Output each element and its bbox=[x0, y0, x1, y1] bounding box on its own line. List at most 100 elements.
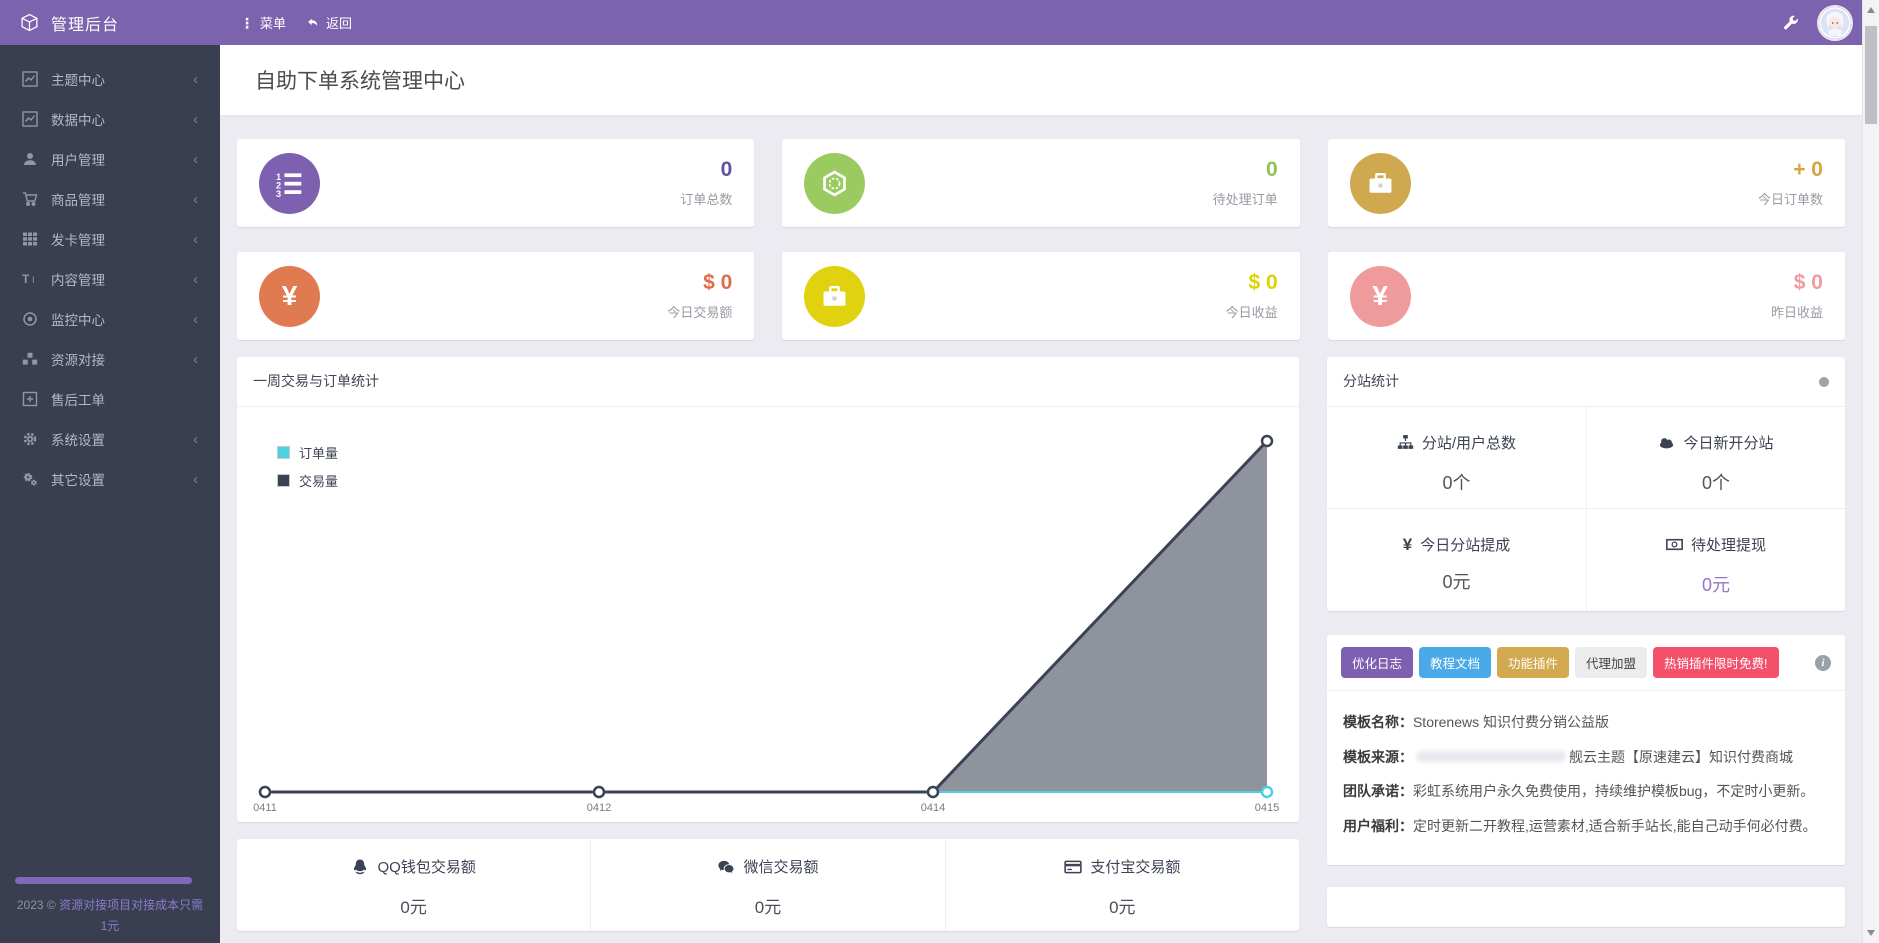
tab-hot-plugins[interactable]: 热销插件限时免费! bbox=[1653, 647, 1778, 678]
chevron-left-icon: ‹ bbox=[193, 312, 198, 327]
briefcase-icon bbox=[1350, 153, 1411, 214]
sidebar-item-label: 主题中心 bbox=[51, 69, 193, 89]
info-line-text: 彩虹系统用户永久免费使用，持续维护模板bug，不定时小更新。 bbox=[1413, 783, 1814, 799]
scroll-down-arrow-icon[interactable] bbox=[1863, 925, 1879, 941]
branch-label: 今日新开分站 bbox=[1683, 432, 1773, 453]
stat-label: 订单总数 bbox=[680, 189, 732, 208]
stat-value: 0 bbox=[680, 158, 732, 181]
legend-item-trades: 交易量 bbox=[277, 471, 338, 490]
cube-icon bbox=[20, 13, 39, 32]
sidebar-item-product-management[interactable]: 商品管理 ‹ bbox=[0, 179, 220, 219]
svg-text:T: T bbox=[22, 272, 30, 286]
wechat-icon bbox=[717, 858, 735, 876]
weekly-chart: 0411041204140415 订单量 交易量 bbox=[237, 407, 1299, 822]
svg-text:0414: 0414 bbox=[921, 802, 945, 814]
stat-label: 今日收益 bbox=[1226, 302, 1278, 321]
main-content: 自助下单系统管理中心 123 0 订单总数 0 待处理订单 bbox=[220, 45, 1862, 943]
sidebar-item-label: 商品管理 bbox=[51, 189, 193, 209]
branch-value: 0元 bbox=[1587, 571, 1845, 597]
svg-text:0415: 0415 bbox=[1255, 802, 1279, 814]
alipay-card-icon bbox=[1064, 858, 1082, 876]
branch-label: 今日分站提成 bbox=[1420, 534, 1510, 555]
scroll-up-arrow-icon[interactable] bbox=[1863, 2, 1879, 18]
legend-label: 交易量 bbox=[299, 471, 338, 490]
sidebar-item-system-settings[interactable]: 系统设置 ‹ bbox=[0, 419, 220, 459]
stat-label: 待处理订单 bbox=[1213, 189, 1278, 208]
sidebar-item-resource-connect[interactable]: 资源对接 ‹ bbox=[0, 339, 220, 379]
stat-value: $ 0 bbox=[1226, 271, 1278, 294]
vertical-dots-icon: ⋮ bbox=[240, 16, 254, 30]
avatar[interactable] bbox=[1817, 5, 1853, 41]
wrench-icon[interactable] bbox=[1782, 14, 1799, 31]
sidebar: 主题中心 ‹ 数据中心 ‹ 用户管理 ‹ 商品管理 ‹ 发卡管理 ‹ TI 内容… bbox=[0, 45, 220, 943]
chevron-left-icon: ‹ bbox=[193, 232, 198, 247]
sidebar-item-other-settings[interactable]: 其它设置 ‹ bbox=[0, 459, 220, 499]
tab-docs[interactable]: 教程文档 bbox=[1419, 647, 1491, 678]
weekly-chart-panel: 一周交易与订单统计 0411041204140415 订单量 交易量 bbox=[237, 357, 1299, 822]
yen-icon: ¥ bbox=[259, 266, 320, 327]
info-line-text: Storenews 知识付费分销公益版 bbox=[1413, 714, 1609, 730]
info-line-label: 模板名称： bbox=[1343, 714, 1413, 730]
sidebar-item-user-management[interactable]: 用户管理 ‹ bbox=[0, 139, 220, 179]
page-header: 自助下单系统管理中心 bbox=[220, 45, 1862, 115]
stat-value: $ 0 bbox=[1771, 271, 1823, 294]
stat-card-pending-orders: 0 待处理订单 bbox=[782, 139, 1299, 227]
sidebar-item-theme-center[interactable]: 主题中心 ‹ bbox=[0, 59, 220, 99]
sidebar-item-label: 发卡管理 bbox=[51, 229, 193, 249]
stat-label: 今日订单数 bbox=[1758, 189, 1823, 208]
sidebar-item-label: 资源对接 bbox=[51, 349, 193, 369]
branch-panel-title: 分站统计 bbox=[1343, 357, 1819, 406]
copyright-year: 2023 © bbox=[17, 898, 59, 912]
branch-label: 待处理提现 bbox=[1691, 534, 1766, 555]
money-bill-icon bbox=[1666, 536, 1683, 553]
info-line-label: 团队承诺： bbox=[1343, 783, 1413, 799]
legend-swatch bbox=[277, 446, 290, 459]
pay-value: 0元 bbox=[946, 893, 1299, 918]
scrollbar-thumb[interactable] bbox=[1865, 26, 1877, 124]
footer-link[interactable]: 资源对接项目对接成本只需 1元 bbox=[59, 898, 203, 933]
yen-icon: ¥ bbox=[1403, 535, 1412, 555]
reply-arrow-icon bbox=[306, 16, 320, 30]
sidebar-footer: 2023 © 资源对接项目对接成本只需 1元 bbox=[0, 877, 220, 937]
cart-icon bbox=[22, 191, 38, 207]
page-title: 自助下单系统管理中心 bbox=[220, 65, 465, 95]
sidebar-item-data-center[interactable]: 数据中心 ‹ bbox=[0, 99, 220, 139]
sidebar-item-label: 售后工单 bbox=[51, 389, 198, 409]
app-logo: 管理后台 bbox=[0, 11, 220, 35]
brand-title: 管理后台 bbox=[51, 11, 119, 35]
tab-plugins[interactable]: 功能插件 bbox=[1497, 647, 1569, 678]
sidebar-item-content-management[interactable]: TI 内容管理 ‹ bbox=[0, 259, 220, 299]
text-icon: TI bbox=[22, 271, 38, 287]
info-tabs: 优化日志 教程文档 功能插件 代理加盟 热销插件限时免费! i bbox=[1327, 635, 1845, 691]
back-button[interactable]: 返回 bbox=[306, 13, 352, 32]
svg-text:I: I bbox=[32, 275, 35, 285]
info-icon[interactable]: i bbox=[1815, 655, 1831, 671]
branch-value: 0元 bbox=[1327, 568, 1586, 594]
stat-value: $ 0 bbox=[667, 271, 732, 294]
pay-value: 0元 bbox=[591, 893, 944, 918]
chart-title: 一周交易与订单统计 bbox=[253, 357, 1283, 406]
cubes-icon bbox=[22, 351, 38, 367]
stat-card-yesterday-profit: ¥ $ 0 昨日收益 bbox=[1328, 252, 1845, 340]
menu-button[interactable]: ⋮ 菜单 bbox=[240, 13, 286, 32]
branch-cell-today-commission: ¥ 今日分站提成 0元 bbox=[1327, 509, 1586, 611]
svg-text:0411: 0411 bbox=[253, 802, 277, 814]
back-button-label: 返回 bbox=[326, 13, 352, 32]
payment-stats-row: QQ钱包交易额 0元 微信交易额 0元 支付 bbox=[237, 839, 1299, 931]
chevron-left-icon: ‹ bbox=[193, 72, 198, 87]
chevron-left-icon: ‹ bbox=[193, 152, 198, 167]
sidebar-item-monitor-center[interactable]: 监控中心 ‹ bbox=[0, 299, 220, 339]
pay-label: 微信交易额 bbox=[743, 856, 818, 877]
sidebar-item-card-management[interactable]: 发卡管理 ‹ bbox=[0, 219, 220, 259]
stat-card-today-orders: + 0 今日订单数 bbox=[1328, 139, 1845, 227]
tab-changelog[interactable]: 优化日志 bbox=[1341, 647, 1413, 678]
info-line-label: 模板来源： bbox=[1343, 749, 1413, 765]
sitemap-icon bbox=[1397, 434, 1414, 451]
collapse-dot-button[interactable] bbox=[1819, 377, 1829, 387]
branch-cell-pending-withdrawal: 待处理提现 0元 bbox=[1586, 509, 1845, 611]
menu-button-label: 菜单 bbox=[260, 13, 286, 32]
hexagon-icon bbox=[804, 153, 865, 214]
tab-agency[interactable]: 代理加盟 bbox=[1575, 647, 1647, 678]
window-scrollbar[interactable] bbox=[1862, 0, 1879, 943]
sidebar-item-aftersale-ticket[interactable]: 售后工单 bbox=[0, 379, 220, 419]
